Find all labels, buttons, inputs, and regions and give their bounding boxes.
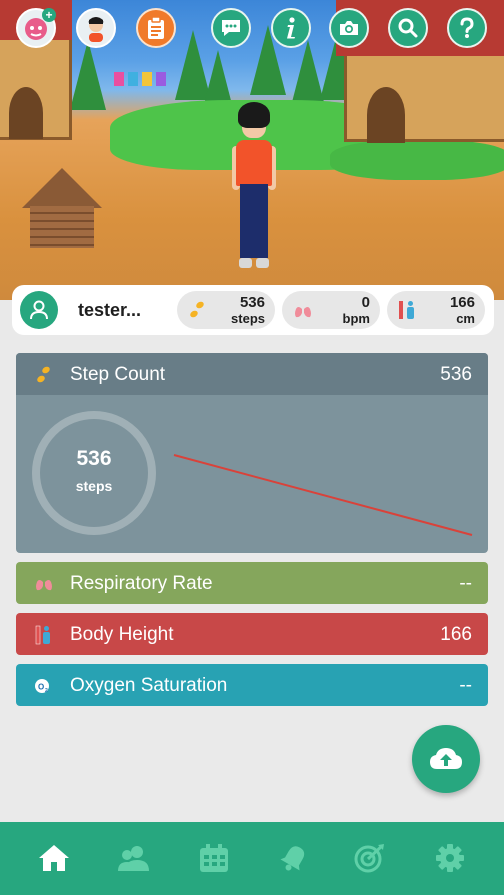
chat-button[interactable] [211, 8, 251, 48]
oxygen-saturation-label: Oxygen Saturation [70, 675, 228, 696]
user-icon [30, 300, 48, 320]
lungs-icon [36, 576, 52, 591]
nav-home[interactable] [34, 840, 74, 876]
bottom-navigation [0, 822, 504, 895]
add-friend-avatar-button[interactable]: + [16, 8, 56, 48]
upload-button[interactable] [412, 725, 480, 793]
nav-calendar[interactable] [194, 840, 234, 876]
step-count-header[interactable]: Step Count 536 [16, 353, 488, 395]
help-button[interactable] [447, 8, 487, 48]
step-count-card[interactable]: Step Count 536 536 steps [16, 353, 488, 553]
game-scene[interactable] [0, 0, 504, 300]
avatar-shirt [236, 140, 272, 186]
help-icon [460, 17, 474, 38]
nav-settings[interactable] [430, 840, 470, 876]
steps-summary[interactable]: 536 steps [177, 291, 275, 329]
heart-rate-value: 0 [361, 294, 370, 311]
player-avatar[interactable] [232, 102, 276, 272]
house-door [9, 87, 43, 139]
profile-avatar-button[interactable] [76, 8, 116, 48]
laundry-line [110, 68, 170, 98]
calendar-icon [200, 844, 228, 872]
step-count-value: 536 [440, 364, 472, 385]
body-height-icon [399, 301, 414, 319]
house-door [367, 87, 405, 143]
footsteps-icon [190, 301, 204, 318]
heart-rate-summary[interactable]: 0 bpm [282, 291, 380, 329]
chat-icon [222, 20, 240, 36]
right-house [344, 50, 504, 143]
camera-icon [340, 21, 358, 35]
body-height-card[interactable]: Body Height 166 [16, 613, 488, 655]
home-icon [39, 845, 69, 871]
respiratory-rate-header[interactable]: Respiratory Rate -- [16, 562, 488, 604]
camera-button[interactable] [329, 8, 369, 48]
step-trend-line [173, 454, 473, 536]
respiratory-rate-card[interactable]: Respiratory Rate -- [16, 562, 488, 604]
nav-goals[interactable] [350, 840, 390, 876]
add-badge: + [42, 8, 56, 22]
step-count-label: Step Count [70, 364, 166, 385]
left-house [0, 36, 72, 140]
svg-text:O: O [38, 683, 44, 692]
username[interactable]: tester... [78, 300, 141, 321]
grass-field [330, 140, 504, 180]
user-summary-bar: tester... 536 steps 0 bpm 166 cm [12, 285, 494, 335]
wood-cabin [22, 168, 102, 248]
laundry-cloth [142, 72, 152, 86]
nav-notifications[interactable] [274, 840, 314, 876]
step-progress-ring: 536 steps [32, 411, 156, 535]
search-icon [398, 18, 418, 38]
steps-value: 536 [239, 294, 265, 311]
body-height-header[interactable]: Body Height 166 [16, 613, 488, 655]
oxygen-saturation-value: -- [459, 675, 472, 696]
heart-rate-unit: bpm [342, 311, 370, 326]
search-button[interactable] [388, 8, 428, 48]
height-unit: cm [456, 311, 475, 326]
profile-avatar-icon [88, 17, 104, 42]
body-height-icon [35, 625, 50, 645]
cloud-upload-icon [430, 748, 462, 769]
friends-icon [118, 846, 149, 871]
cabin-roof [22, 168, 102, 208]
bell-icon [280, 846, 305, 871]
tree [70, 40, 106, 110]
user-avatar[interactable] [20, 291, 58, 329]
avatar-shoe [256, 258, 269, 268]
info-button[interactable] [271, 8, 311, 48]
oxygen-icon: O 2 [35, 679, 49, 694]
laundry-cloth [128, 72, 138, 86]
avatar-hair [238, 102, 270, 128]
step-trend-chart [173, 454, 473, 536]
laundry-cloth [156, 72, 166, 86]
clipboard-button[interactable] [136, 8, 176, 48]
respiratory-rate-label: Respiratory Rate [70, 573, 213, 594]
body-height-value: 166 [440, 624, 472, 645]
oxygen-saturation-header[interactable]: O 2 Oxygen Saturation -- [16, 664, 488, 706]
height-value: 166 [449, 294, 475, 311]
steps-unit: steps [231, 311, 265, 326]
height-summary[interactable]: 166 cm [387, 291, 485, 329]
avatar-shoe [239, 258, 252, 268]
ring-step-unit: steps [75, 478, 113, 494]
target-icon [354, 844, 384, 873]
info-icon [287, 17, 295, 39]
nav-friends[interactable] [114, 840, 154, 876]
body-height-label: Body Height [70, 624, 174, 645]
respiratory-rate-value: -- [459, 573, 472, 594]
footsteps-icon [37, 366, 50, 383]
laundry-cloth [114, 72, 124, 86]
svg-text:2: 2 [45, 688, 48, 694]
clipboard-icon [148, 16, 164, 39]
ring-step-number: 536 [76, 447, 112, 470]
avatar-pants [240, 184, 268, 258]
lungs-icon [295, 303, 311, 318]
oxygen-saturation-card[interactable]: O 2 Oxygen Saturation -- [16, 664, 488, 706]
cabin-body [30, 206, 94, 248]
settings-icon [436, 844, 464, 872]
